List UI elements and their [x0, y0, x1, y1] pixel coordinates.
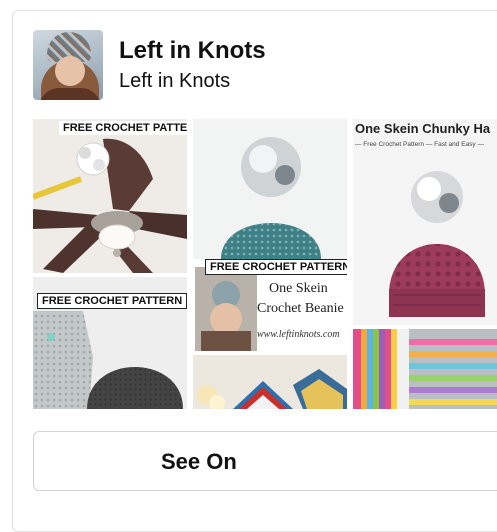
pin-striped-blanket[interactable] [353, 329, 497, 409]
pink-beanie-photo-icon [353, 119, 497, 325]
pin-ribbon: FREE CROCHET PATTERN [205, 259, 347, 275]
see-on-button[interactable]: See On [33, 431, 497, 491]
see-on-label: See On [161, 449, 237, 474]
avatar-face [55, 56, 85, 86]
pin-url: www.leftinknots.com [257, 329, 340, 340]
pin-ribbon: FREE CROCHET PATTERN [37, 293, 187, 309]
board-title[interactable]: Left in Knots [119, 37, 266, 65]
pin-chevron-blanket[interactable] [193, 355, 347, 409]
pin-pink-beanie[interactable]: One Skein Chunky Ha — Free Crochet Patte… [353, 119, 497, 325]
pin-gray-mittens[interactable]: FREE CROCHET PATTERN [33, 277, 187, 409]
pin-ribbon: FREE CROCHET PATTERN [59, 121, 187, 135]
pin-teal-beanie[interactable]: FREE CROCHET PATTERN One Skein Crochet B… [193, 119, 347, 351]
chevron-blanket-photo-icon [193, 355, 347, 409]
board-card[interactable]: Left in Knots Left in Knots FREE CROCHET… [12, 10, 497, 532]
striped-blanket-photo-icon [353, 329, 497, 409]
pin-ceiling-fan[interactable]: FREE CROCHET PATTERN [33, 119, 187, 273]
pin-headline-line2: Crochet Beanie [257, 301, 344, 316]
avatar[interactable] [33, 30, 103, 100]
board-owner[interactable]: Left in Knots [119, 70, 230, 93]
pin-headline: One Skein Chunky Ha [355, 121, 491, 136]
ceiling-fan-photo-icon [33, 119, 187, 273]
pin-tagline: — Free Crochet Pattern — Fast and Easy — [355, 141, 484, 148]
pin-headline-line1: One Skein [269, 281, 328, 296]
